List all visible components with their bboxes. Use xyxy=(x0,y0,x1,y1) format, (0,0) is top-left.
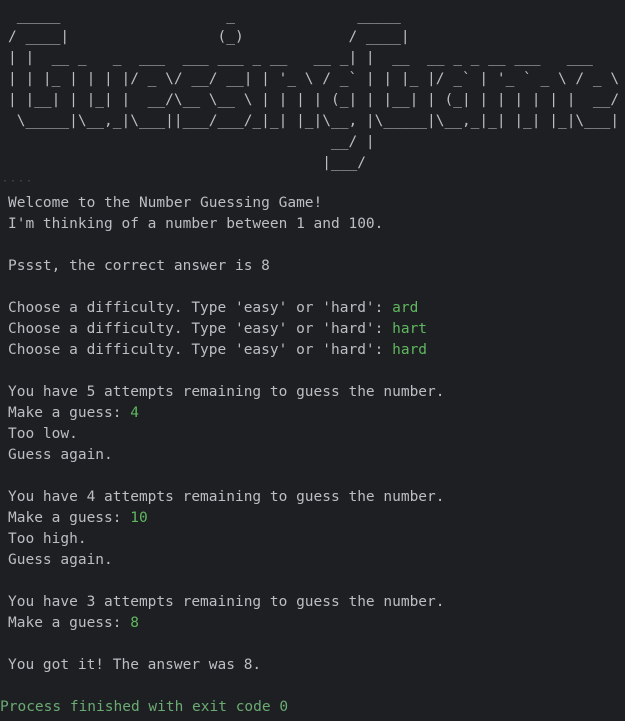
guess-input: 10 xyxy=(130,510,148,526)
guess-feedback: Too low. xyxy=(8,426,78,442)
guess-again: Guess again. xyxy=(8,552,113,568)
guess-again: Guess again. xyxy=(8,447,113,463)
guess-line: Make a guess: 10 xyxy=(8,508,621,529)
difficulty-input: hart xyxy=(392,321,428,337)
result-message: You got it! The answer was 8. xyxy=(8,657,262,673)
attempts-remaining: You have 4 attempts remaining to guess t… xyxy=(8,489,445,505)
guess-input: 4 xyxy=(130,405,139,421)
difficulty-prompt: Choose a difficulty. Type 'easy' or 'har… xyxy=(8,342,393,358)
attempts-remaining: You have 3 attempts remaining to guess t… xyxy=(8,594,445,610)
guess-line: Make a guess: 4 xyxy=(8,403,621,424)
ascii-art-banner: _____ _ _____ / ____| (_) / ____| | | __… xyxy=(8,8,620,171)
difficulty-prompt-line: Choose a difficulty. Type 'easy' or 'har… xyxy=(8,319,621,340)
process-exit-message: Process finished with exit code 0 xyxy=(0,699,289,715)
guess-prompt: Make a guess: xyxy=(8,510,131,526)
difficulty-input: hard xyxy=(392,342,428,358)
range-message: I'm thinking of a number between 1 and 1… xyxy=(8,216,384,232)
console-output: Welcome to the Number Guessing Game! I'm… xyxy=(8,193,621,676)
difficulty-prompt-line: Choose a difficulty. Type 'easy' or 'har… xyxy=(8,298,621,319)
difficulty-prompt: Choose a difficulty. Type 'easy' or 'har… xyxy=(8,321,393,337)
attempts-remaining: You have 5 attempts remaining to guess t… xyxy=(8,384,445,400)
guess-input: 8 xyxy=(130,615,139,631)
guess-feedback: Too high. xyxy=(8,531,87,547)
guess-line: Make a guess: 8 xyxy=(8,613,621,634)
answer-hint: Pssst, the correct answer is 8 xyxy=(8,258,270,274)
guess-prompt: Make a guess: xyxy=(8,615,131,631)
difficulty-prompt: Choose a difficulty. Type 'easy' or 'har… xyxy=(8,300,393,316)
welcome-message: Welcome to the Number Guessing Game! xyxy=(8,195,323,211)
difficulty-prompt-line: Choose a difficulty. Type 'easy' or 'har… xyxy=(8,340,621,361)
folded-lines-indicator[interactable]: ···· xyxy=(2,176,34,187)
difficulty-input: ard xyxy=(392,300,419,316)
guess-prompt: Make a guess: xyxy=(8,405,131,421)
